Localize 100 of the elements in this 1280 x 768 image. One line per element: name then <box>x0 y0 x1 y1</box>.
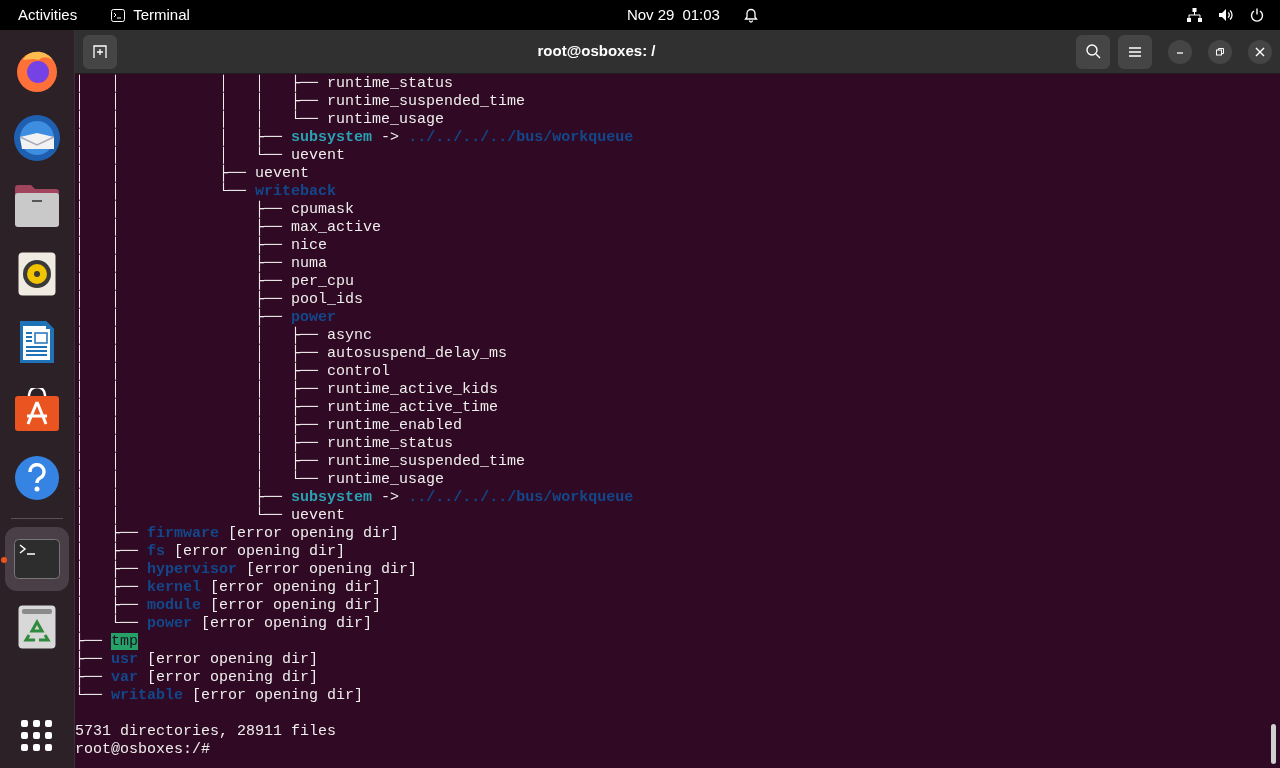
tree-branch: │ │ ├── <box>75 273 283 290</box>
window-title: root@osboxes: / <box>536 41 657 62</box>
directory-name: var <box>111 669 139 686</box>
file-name: autosuspend_delay_ms <box>327 345 508 362</box>
directory-name: ../../../../bus/workqueue <box>408 489 634 506</box>
directory-name: module <box>147 597 202 614</box>
tree-branch: │ │ │ ├── <box>75 453 319 470</box>
tree-branch: │ │ │ │ └── <box>75 111 319 128</box>
directory-name: fs <box>147 543 166 560</box>
file-name: runtime_enabled <box>327 417 463 434</box>
tree-branch: │ ├── <box>75 579 138 596</box>
error-message: [error opening dir] <box>246 561 418 578</box>
document-icon[interactable] <box>18 319 56 365</box>
file-name: runtime_usage <box>327 471 445 488</box>
file-name: control <box>327 363 391 380</box>
tree-branch: │ │ │ ├── <box>75 129 283 146</box>
file-name: per_cpu <box>291 273 355 290</box>
tree-branch: │ │ └── <box>75 183 247 200</box>
directory-name: tmp <box>111 633 139 650</box>
file-name: runtime_suspended_time <box>327 453 526 470</box>
tree-branch: │ │ ├── <box>75 255 283 272</box>
tree-branch: │ │ │ │ ├── <box>75 93 319 110</box>
tree-branch: │ │ └── <box>75 507 283 524</box>
tree-branch: ├── <box>75 633 102 650</box>
tree-branch: │ │ ├── <box>75 219 283 236</box>
scrollbar-thumb[interactable] <box>1271 724 1276 764</box>
clock-button[interactable]: Nov 29 01:03 <box>626 3 720 27</box>
file-name: numa <box>291 255 328 272</box>
tree-branch: │ │ │ ├── <box>75 363 319 380</box>
directory-name: writable <box>111 687 184 704</box>
error-message: [error opening dir] <box>210 579 382 596</box>
tree-branch: │ │ ├── <box>75 165 247 182</box>
app-menu[interactable]: Terminal <box>111 3 190 27</box>
file-name: runtime_suspended_time <box>327 93 526 110</box>
tree-branch: │ ├── <box>75 561 138 578</box>
close-icon <box>1255 46 1265 57</box>
file-name: runtime_active_time <box>327 399 499 416</box>
directory-name: hypervisor <box>147 561 238 578</box>
tree-branch: │ │ ├── <box>75 291 283 308</box>
tree-branch: │ │ ├── <box>75 309 283 326</box>
shell-prompt: root@osboxes:/# <box>75 741 211 758</box>
trash-icon[interactable] <box>18 605 56 649</box>
tree-branch: │ │ │ │ ├── <box>75 75 319 92</box>
tree-branch: │ │ ├── <box>75 489 283 506</box>
running-indicator <box>1 557 7 563</box>
search-button[interactable] <box>1076 34 1110 69</box>
file-name: uevent <box>291 507 346 524</box>
tree-branch: │ │ │ └── <box>75 147 283 164</box>
file-name: runtime_status <box>327 75 454 92</box>
app-grid-icon[interactable] <box>21 720 53 752</box>
directory-name: power <box>291 309 337 326</box>
file-name: nice <box>291 237 328 254</box>
tree-branch: │ │ │ └── <box>75 471 319 488</box>
tree-branch: │ │ │ ├── <box>75 327 319 344</box>
maximize-button[interactable] <box>1208 39 1232 64</box>
speaker-icon[interactable] <box>18 252 56 296</box>
maximize-icon <box>1215 46 1225 57</box>
activities-button[interactable]: Activities <box>0 3 96 27</box>
symlink-name: subsystem <box>291 489 373 506</box>
tree-branch: │ ├── <box>75 597 138 614</box>
tree-branch: ├── <box>75 669 102 686</box>
file-name: runtime_status <box>327 435 454 452</box>
tree-branch: │ │ │ ├── <box>75 345 319 362</box>
menu-icon <box>1129 46 1141 57</box>
tree-branch: │ │ │ ├── <box>75 381 319 398</box>
shopping-bag-icon[interactable] <box>14 388 60 432</box>
terminal-icon <box>111 8 126 22</box>
error-message: [error opening dir] <box>147 651 319 668</box>
tree-branch: │ │ │ ├── <box>75 435 319 452</box>
error-message: [error opening dir] <box>174 543 346 560</box>
link-arrow: -> <box>381 129 400 146</box>
new-tab-button[interactable] <box>83 34 117 69</box>
file-name: uevent <box>291 147 346 164</box>
file-name: runtime_active_kids <box>327 381 499 398</box>
directory-name: usr <box>111 651 139 668</box>
tree-branch: │ ├── <box>75 543 138 560</box>
tree-branch: │ ├── <box>75 525 138 542</box>
network-icon[interactable] <box>1187 8 1202 22</box>
new-tab-icon <box>93 44 107 59</box>
directory-name: ../../../../bus/workqueue <box>408 129 634 146</box>
directory-name: power <box>147 615 193 632</box>
error-message: [error opening dir] <box>201 615 373 632</box>
directory-name: writeback <box>255 183 337 200</box>
mail-icon[interactable] <box>12 113 62 163</box>
tree-branch: ├── <box>75 651 102 668</box>
terminal-icon[interactable] <box>14 539 60 579</box>
file-name: pool_ids <box>291 291 364 308</box>
close-button[interactable] <box>1248 39 1272 64</box>
power-icon[interactable] <box>1250 8 1264 22</box>
help-icon[interactable] <box>14 455 60 501</box>
volume-icon[interactable] <box>1218 8 1234 22</box>
tree-branch: │ │ │ ├── <box>75 399 319 416</box>
bell-icon <box>743 7 758 23</box>
file-name: async <box>327 327 373 344</box>
file-name: uevent <box>255 165 310 182</box>
error-message: [error opening dir] <box>192 687 364 704</box>
folder-icon[interactable] <box>13 184 61 228</box>
tree-branch: │ │ ├── <box>75 201 283 218</box>
menu-button[interactable] <box>1118 34 1152 69</box>
error-message: [error opening dir] <box>147 669 319 686</box>
